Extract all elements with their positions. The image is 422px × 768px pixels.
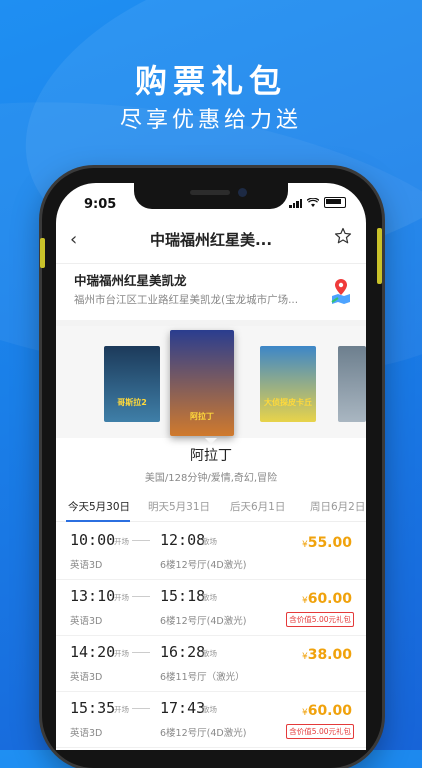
speaker-grille	[190, 190, 230, 195]
session-hall: 6楼12号厅(4D激光)	[160, 728, 247, 739]
movie-poster[interactable]: 哥斯拉2	[104, 346, 160, 422]
session-start-tag: 开场	[114, 537, 129, 546]
phone-notch	[134, 183, 288, 209]
movie-title: 阿拉丁	[190, 448, 232, 464]
phone-side-button	[40, 238, 45, 268]
page-title: 中瑞福州红星美...	[149, 230, 273, 249]
gift-badge: 含价值5.00元礼包	[286, 724, 354, 739]
map-pin-icon[interactable]	[330, 278, 352, 304]
session-language: 英语3D	[70, 672, 103, 683]
session-start-tag: 开场	[114, 649, 129, 658]
time-separator	[132, 708, 150, 709]
status-icons	[289, 197, 346, 208]
session-start-tag: 开场	[114, 705, 129, 714]
tab-date[interactable]: 周日6月2日	[310, 499, 365, 514]
session-start-time: 15:35	[70, 699, 116, 717]
movie-poster[interactable]	[338, 346, 366, 422]
date-tabs: 今天5月30日 明天5月31日 后天6月1日 周日6月2日	[56, 491, 366, 522]
phone-side-button	[377, 228, 382, 284]
tab-underline	[66, 520, 130, 522]
tab-date[interactable]: 明天5月31日	[148, 499, 210, 514]
status-time: 9:05	[84, 197, 117, 212]
star-icon[interactable]	[334, 227, 352, 245]
tab-date[interactable]: 今天5月30日	[68, 499, 130, 514]
session-end-tag: 散场	[202, 649, 217, 658]
battery-icon	[324, 197, 346, 208]
back-icon[interactable]: ‹	[70, 229, 77, 250]
session-price[interactable]: ¥38.00	[302, 647, 352, 663]
signal-icon	[289, 198, 302, 208]
promo-subtitle: 尽享优惠给力送	[119, 108, 302, 133]
selected-indicator	[205, 438, 217, 444]
session-end-time: 17:43	[160, 699, 206, 717]
session-start-time: 13:10	[70, 587, 116, 605]
session-language: 英语3D	[70, 728, 103, 739]
session-row[interactable]: 13:10 开场 15:18 散场英语3D 6楼12号厅(4D激光) ¥60.00 含价值5…	[56, 579, 366, 636]
price-value: 60.00	[307, 703, 352, 719]
promo-title: 购票礼包	[134, 62, 287, 100]
movie-meta: 美国/128分钟/爱情,奇幻,冒险	[144, 473, 278, 484]
session-row[interactable]: 15:35 开场 17:43 散场英语3D 6楼12号厅(4D激光) ¥60.00 含价值5…	[56, 691, 366, 748]
cinema-name: 中瑞福州红星美凯龙	[74, 273, 187, 288]
gift-badge: 含价值5.00元礼包	[286, 612, 354, 627]
session-hall: 6楼11号厅（激光）	[160, 672, 245, 683]
price-value: 38.00	[307, 647, 352, 663]
cinema-address: 福州市台江区工业路红星美凯龙(宝龙城市广场...	[74, 294, 299, 306]
poster-carousel: 哥斯拉2 阿拉丁 大侦探皮卡丘	[56, 326, 366, 438]
session-row[interactable]: 10:00 开场 12:08 散场英语3D 6楼12号厅(4D激光) ¥55.00	[56, 523, 366, 580]
wifi-icon	[307, 198, 319, 207]
movie-poster[interactable]: 大侦探皮卡丘	[260, 346, 316, 422]
nav-bar: ‹ 中瑞福州红星美...	[56, 221, 366, 257]
price-value: 55.00	[307, 535, 352, 551]
session-start-time: 10:00	[70, 531, 116, 549]
session-price[interactable]: ¥60.00	[302, 591, 352, 607]
session-end-time: 12:08	[160, 531, 206, 549]
session-price[interactable]: ¥55.00	[302, 535, 352, 551]
phone-screen: 9:05 ‹ 中瑞福州红星美... 中瑞福州红星美凯龙 福州市台江区工业路红星美…	[56, 183, 366, 750]
session-end-time: 15:18	[160, 587, 206, 605]
price-value: 60.00	[307, 591, 352, 607]
session-end-tag: 散场	[202, 593, 217, 602]
front-camera	[238, 188, 247, 197]
session-start-tag: 开场	[114, 593, 129, 602]
session-end-tag: 散场	[202, 537, 217, 546]
session-start-time: 14:20	[70, 643, 116, 661]
cinema-info[interactable]: 中瑞福州红星美凯龙 福州市台江区工业路红星美凯龙(宝龙城市广场...	[56, 263, 366, 326]
session-end-time: 16:28	[160, 643, 206, 661]
session-end-tag: 散场	[202, 705, 217, 714]
session-language: 英语3D	[70, 616, 103, 627]
session-hall: 6楼12号厅(4D激光)	[160, 616, 247, 627]
tab-date[interactable]: 后天6月1日	[230, 499, 285, 514]
movie-poster-selected[interactable]: 阿拉丁	[170, 330, 234, 436]
session-price[interactable]: ¥60.00	[302, 703, 352, 719]
session-language: 英语3D	[70, 560, 103, 571]
session-hall: 6楼12号厅(4D激光)	[160, 560, 247, 571]
time-separator	[132, 596, 150, 597]
time-separator	[132, 540, 150, 541]
session-row[interactable]: 14:20 开场 16:28 散场英语3D 6楼11号厅（激光） ¥38.00	[56, 635, 366, 692]
time-separator	[132, 652, 150, 653]
